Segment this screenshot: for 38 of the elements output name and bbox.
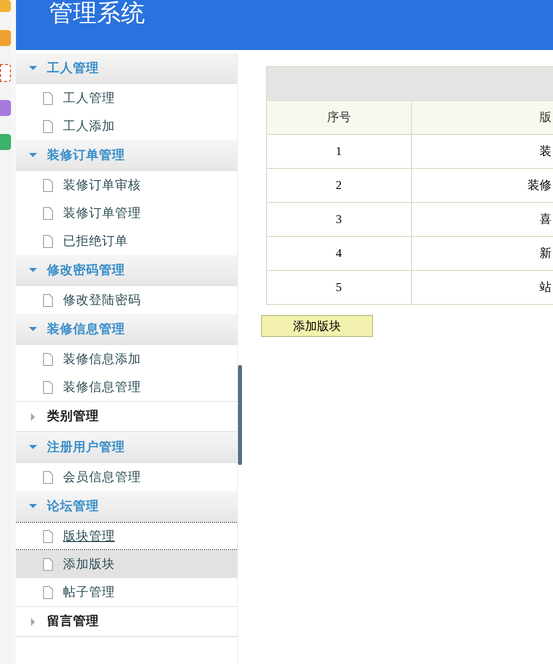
caret-icon <box>28 442 38 452</box>
table-cell: 5 <box>266 270 411 304</box>
caret-icon <box>28 616 38 626</box>
caret-icon <box>28 412 38 422</box>
document-icon <box>43 92 53 104</box>
menu-item[interactable]: 版块管理 <box>16 522 237 550</box>
document-icon <box>43 380 53 394</box>
app-icon[interactable] <box>0 100 11 116</box>
add-button[interactable]: 添加版块 <box>261 315 373 337</box>
document-icon <box>43 206 53 220</box>
table-cell: 3 <box>266 202 411 236</box>
document-icon <box>43 558 53 570</box>
app-icon[interactable] <box>0 0 11 12</box>
document-icon <box>43 178 53 192</box>
column-header: 版 <box>411 100 553 134</box>
caret-icon <box>28 63 38 73</box>
caret-icon <box>28 501 38 511</box>
document-icon <box>43 470 53 484</box>
document-icon <box>43 530 53 542</box>
scrollbar[interactable] <box>238 365 242 465</box>
document-icon <box>43 294 53 306</box>
app-icon[interactable] <box>0 134 11 150</box>
document-icon <box>43 234 53 248</box>
table-cell: 1 <box>266 134 411 168</box>
table-cell: 4 <box>266 236 411 270</box>
caret-icon <box>28 324 38 334</box>
document-icon <box>43 120 53 132</box>
caret-icon <box>28 265 38 275</box>
app-icon[interactable] <box>0 64 11 82</box>
table-cell: 2 <box>266 168 411 202</box>
document-icon <box>43 352 53 366</box>
app-title: 管理系统 <box>49 0 145 26</box>
caret-icon <box>28 150 38 160</box>
document-icon <box>43 586 53 598</box>
menu-group-header[interactable]: 留言管理 <box>16 606 237 637</box>
column-header: 序号 <box>266 100 411 134</box>
menu-group-header[interactable]: 类别管理 <box>16 401 237 432</box>
menu-item[interactable]: 添加版块 <box>16 550 237 578</box>
